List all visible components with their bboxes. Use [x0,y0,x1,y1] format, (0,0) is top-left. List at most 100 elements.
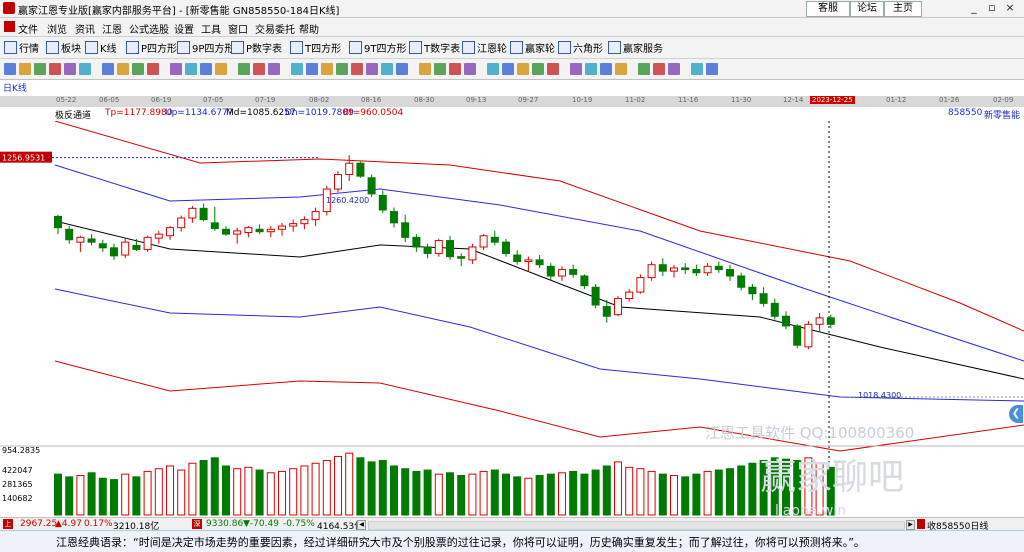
close-button[interactable]: × [1002,1,1018,15]
maximize-button[interactable]: ▫ [984,1,1000,15]
scroll-right-icon[interactable]: ▶ [906,520,915,530]
candle-body [222,228,230,235]
toolbar-9p-square-button[interactable]: 9P四方形 [177,40,234,55]
date-tick-label: 09-13 [466,96,487,104]
drawing-tool-icon[interactable] [419,63,431,75]
drawing-tool-icon[interactable] [253,63,265,75]
menu-help[interactable]: 帮助 [299,21,319,36]
drawing-tool-icon[interactable] [585,63,597,75]
drawing-tool-icon[interactable] [117,63,129,75]
candle-body [390,211,398,224]
drawing-tool-icon[interactable] [336,63,348,75]
reference-price-tag: 1256.9531 [0,151,52,163]
drawing-tool-icon[interactable] [615,63,627,75]
drawing-tool-icon[interactable] [396,63,408,75]
menu-settings[interactable]: 设置 [174,21,194,36]
candle-body [737,275,746,288]
toolbar-t-square-button[interactable]: T四方形 [290,40,341,55]
date-tick-label: 05-22 [56,96,77,104]
gann-quote: 江恩经典语录：“时间是决定市场走势的重要因素，经过详细研究大市及个别股票的过往记… [56,536,865,549]
menu-tools[interactable]: 工具 [201,21,221,36]
drawing-tool-icon[interactable] [668,63,680,75]
drawing-tool-icon[interactable] [706,63,718,75]
drawing-tool-icon[interactable] [4,63,16,75]
menu-formula-screen[interactable]: 公式选股 [129,21,169,36]
menu-window[interactable]: 窗口 [228,21,248,36]
drawing-tool-icon[interactable] [600,63,612,75]
menu-trade[interactable]: 交易委托 [255,21,295,36]
candle-body [826,317,835,325]
menu-browse[interactable]: 浏览 [47,21,67,36]
menu-info[interactable]: 资讯 [75,21,95,36]
menu-gann[interactable]: 江恩 [102,21,122,36]
toolbar-9t-square-button[interactable]: 9T四方形 [349,40,406,55]
drawing-tool-icon[interactable] [238,63,250,75]
toolbar-t-table-button[interactable]: T数字表 [409,40,460,55]
drawing-tool-icon[interactable] [638,63,650,75]
toolbar-grid-button[interactable]: 行情 [4,40,39,55]
toolbar-label: T数字表 [424,44,461,55]
drawing-tool-icon[interactable] [502,63,514,75]
kline-chart[interactable]: 1256.9531 1260.4200 1018.4300 954.2835 42204… [0,121,1024,517]
drawing-tool-icon[interactable] [434,63,446,75]
drawing-tool-icon[interactable] [517,63,529,75]
candle-body [692,269,701,274]
toolbar-p-square-button[interactable]: P四方形 [126,40,177,55]
customer-service-button[interactable]: 客服 [806,1,850,17]
drawing-tool-icon[interactable] [79,63,91,75]
toolbar-blocks-button[interactable]: 板块 [46,40,81,55]
drawing-tool-icon[interactable] [366,63,378,75]
candle-body [457,256,466,259]
drawing-tool-icon[interactable] [351,63,363,75]
drawing-tool-icon[interactable] [64,63,76,75]
drawing-tool-icon[interactable] [532,63,544,75]
drawing-toolbar [0,59,1024,80]
drawing-tool-icon[interactable] [200,63,212,75]
drawing-tool-icon[interactable] [449,63,461,75]
drawing-tool-icon[interactable] [34,63,46,75]
volume-bar [670,475,678,516]
drawing-tool-icon[interactable] [306,63,318,75]
drawing-tool-icon[interactable] [570,63,582,75]
drawing-tool-icon[interactable] [691,63,703,75]
volume-bar [266,472,275,516]
volume-bar [322,460,331,516]
scroll-left-icon[interactable]: ◀ [357,520,366,530]
drawing-tool-icon[interactable] [487,63,499,75]
drawing-tool-icon[interactable] [268,63,280,75]
drawing-tool-icon[interactable] [291,63,303,75]
service-icon [608,41,621,54]
drawing-tool-icon[interactable] [170,63,182,75]
toolbar-winner-wheel-button[interactable]: 赢家轮 [510,40,555,55]
drawing-tool-icon[interactable] [653,63,665,75]
time-scrollbar[interactable] [368,521,905,530]
drawing-tool-icon[interactable] [547,63,559,75]
drawing-tool-icon[interactable] [147,63,159,75]
side-panel-toggle-icon[interactable]: ❮ [1009,405,1023,423]
toolbar-label: 赢家轮 [525,44,555,55]
kline-icon [85,41,98,54]
drawing-tool-icon[interactable] [49,63,61,75]
forum-button[interactable]: 论坛 [850,1,884,17]
drawing-tool-icon[interactable] [381,63,393,75]
drawing-tool-icon[interactable] [215,63,227,75]
drawing-tool-icon[interactable] [132,63,144,75]
candle-body [188,207,197,219]
candle-body [591,286,600,306]
drawing-tool-icon[interactable] [185,63,197,75]
toolbar-gann-wheel-button[interactable]: 江恩轮 [462,40,507,55]
candle-body [625,291,634,300]
home-button[interactable]: 主页 [884,1,922,17]
drawing-tool-icon[interactable] [102,63,114,75]
toolbar-service-button[interactable]: 赢家服务 [608,40,663,55]
minimize-button[interactable]: _ [966,1,982,15]
toolbar-kline-button[interactable]: K线 [85,40,117,55]
volume-bar [614,461,622,516]
drawing-tool-icon[interactable] [19,63,31,75]
title-bar: 赢家江恩专业版[赢家内部服务平台] - [新零售能 GN858550-184日K… [0,0,1024,18]
drawing-tool-icon[interactable] [321,63,333,75]
toolbar-p-table-button[interactable]: P数字表 [231,40,282,55]
drawing-tool-icon[interactable] [464,63,476,75]
toolbar-hexagon-button[interactable]: 六角形 [558,40,603,55]
menu-file[interactable]: 文件 [18,21,38,36]
